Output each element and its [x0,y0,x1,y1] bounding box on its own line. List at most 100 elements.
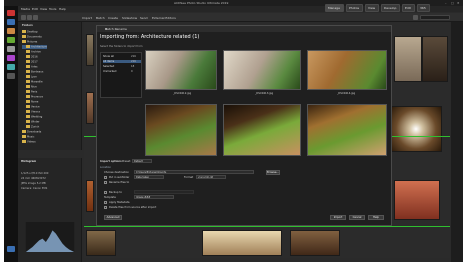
folder-item[interactable]: Downloads [22,130,41,134]
app-icon[interactable] [7,19,15,25]
cancel-button[interactable]: Cancel [349,215,365,220]
close-icon[interactable]: ✕ [105,27,388,31]
mode-view[interactable]: View [365,4,379,12]
preview-image[interactable] [223,50,301,90]
preview-image[interactable] [307,104,387,156]
folder-item[interactable]: Zurich [22,125,39,129]
preview-image[interactable] [145,104,217,156]
subfolder-select[interactable]: Date taken [134,175,164,179]
folder-item[interactable]: Rome [22,100,38,104]
subfolder-checkbox[interactable] [104,176,107,179]
preview-image[interactable] [145,50,217,90]
metadata-checkbox[interactable] [104,201,107,204]
folder-label: Architecture [31,45,47,49]
backup-field[interactable] [134,190,194,194]
minimize-icon[interactable]: – [445,1,449,5]
list-item[interactable]: All items 216 [103,60,141,63]
mode-manage[interactable]: Manage [325,4,344,12]
menu-help[interactable]: Help [59,7,66,11]
delete-checkbox[interactable] [104,206,107,209]
app-icon[interactable] [7,55,15,61]
destination-field[interactable]: C:\Users\Pictures\Imports [134,170,254,174]
mode-develop[interactable]: Develop [381,4,400,12]
search-icon[interactable] [413,15,418,20]
folder-item[interactable]: Wedding [22,115,42,119]
app-icon[interactable] [7,73,15,79]
source-list: Show all 216 All items 216 Selected 18 Unma… [100,52,142,98]
menu-view[interactable]: View [40,7,47,11]
folder-item[interactable]: Provence [22,95,43,99]
advanced-button[interactable]: Advanced [104,215,122,220]
app-icon[interactable] [7,64,15,70]
mode-photos[interactable]: Photos [346,4,363,12]
folder-item[interactable]: Pictures [22,40,37,44]
folder-item[interactable]: Music [22,135,34,139]
thumbnail[interactable] [86,180,94,212]
list-item[interactable]: Unmarked 0 [103,70,141,73]
thumbnail[interactable] [86,34,94,66]
thumbnail[interactable] [290,230,340,256]
folder-item[interactable]: Vienna [22,110,40,114]
up-icon[interactable] [33,15,38,20]
thumbnail[interactable] [422,36,448,82]
import-button[interactable]: Import [330,215,346,220]
folder-item[interactable]: Videos [22,140,36,144]
close-icon[interactable]: ✕ [457,1,461,5]
app-icon[interactable] [7,28,15,34]
maximize-icon[interactable]: □ [451,1,455,5]
folder-item[interactable]: Arles [22,65,38,69]
subfolder-label: Put in subfolder [109,176,130,179]
folder-item[interactable]: Bordeaux [22,70,43,74]
toolbar-batch[interactable]: Batch [96,16,105,20]
browse-button[interactable]: Browse... [266,170,280,175]
toolbar-import[interactable]: Import [82,16,92,20]
toolbar-send[interactable]: Send [140,16,148,20]
thumbnail[interactable] [202,230,282,256]
preview-image[interactable] [223,104,301,156]
menu-edit[interactable]: Edit [32,7,38,11]
folder-item[interactable]: Archive [22,50,41,54]
thumbnail[interactable] [86,230,116,256]
thumbnail[interactable] [390,106,442,152]
folder-item[interactable]: Documents [22,35,42,39]
thumbnail[interactable] [86,92,94,124]
mode-edit[interactable]: Edit [402,4,415,12]
folder-item[interactable]: Venice [22,105,40,109]
folder-item[interactable]: Architecture [22,45,47,49]
settings-icon[interactable] [7,246,15,252]
toolbar-slideshow[interactable]: Slideshow [122,16,137,20]
app-icon[interactable] [7,46,15,52]
preset-select[interactable]: Default [132,159,152,163]
app-icon[interactable] [7,37,15,43]
template-field[interactable]: Image ### [134,195,174,199]
preview-image[interactable] [307,50,387,90]
rename-checkbox[interactable] [104,181,107,184]
folder-item[interactable]: 2016 [22,55,38,59]
folder-item[interactable]: 2017 [22,60,38,64]
format-select[interactable]: yyyy-mm-dd [196,175,226,179]
toolbar-create[interactable]: Create [108,16,118,20]
folder-item[interactable]: Marseille [22,80,43,84]
folder-item[interactable]: Lyon [22,75,37,79]
folder-item[interactable]: Desktop [22,30,38,34]
backup-checkbox[interactable] [104,191,107,194]
folder-item[interactable]: Nice [22,85,37,89]
menu-media[interactable]: Media [21,7,30,11]
toolbar-external-editors[interactable]: External Editors [152,16,176,20]
search-input[interactable] [420,15,450,20]
folder-item[interactable]: Paris [22,90,37,94]
list-item[interactable]: Show all 216 [103,55,141,58]
mode-365[interactable]: 365 [417,4,430,12]
help-button[interactable]: Help [368,215,384,220]
folder-item[interactable]: Winter [22,120,40,124]
folder-icon [26,110,30,113]
forward-icon[interactable] [27,15,32,20]
thumbnail[interactable] [394,36,422,82]
thumbnail[interactable] [394,180,440,220]
scrollbar[interactable] [451,22,463,262]
app-icon[interactable] [7,10,15,16]
menu-tools[interactable]: Tools [49,7,56,11]
back-icon[interactable] [21,15,26,20]
list-item[interactable]: Selected 18 [103,65,141,68]
folder-icon [26,115,30,118]
